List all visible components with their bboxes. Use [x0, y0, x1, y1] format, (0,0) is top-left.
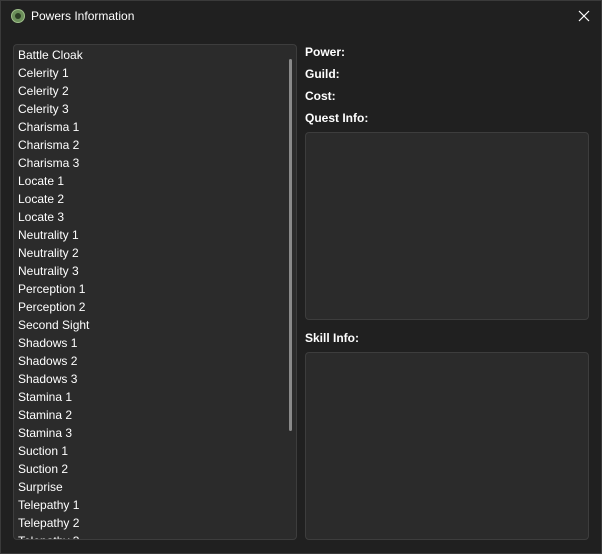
title-bar[interactable]: Powers Information — [1, 1, 601, 33]
list-item[interactable]: Locate 1 — [14, 172, 296, 190]
skill-info-label: Skill Info: — [305, 331, 359, 345]
app-icon — [11, 9, 25, 23]
skill-info-textarea[interactable] — [305, 352, 589, 540]
list-item[interactable]: Battle Cloak — [14, 46, 296, 64]
list-item[interactable]: Neutrality 2 — [14, 244, 296, 262]
list-item[interactable]: Locate 3 — [14, 208, 296, 226]
list-item[interactable]: Charisma 2 — [14, 136, 296, 154]
close-icon — [578, 10, 590, 22]
list-scrollbar[interactable] — [289, 59, 292, 431]
list-item[interactable]: Shadows 2 — [14, 352, 296, 370]
list-item[interactable]: Perception 2 — [14, 298, 296, 316]
powers-listbox[interactable]: Battle Cloak Celerity 1 Celerity 2 Celerity… — [13, 44, 297, 540]
list-item[interactable]: Charisma 3 — [14, 154, 296, 172]
list-item[interactable]: Surprise — [14, 478, 296, 496]
window-title: Powers Information — [31, 9, 135, 23]
cost-label: Cost: — [305, 89, 336, 103]
list-item[interactable]: Stamina 2 — [14, 406, 296, 424]
list-item[interactable]: Suction 1 — [14, 442, 296, 460]
list-item[interactable]: Neutrality 3 — [14, 262, 296, 280]
list-item[interactable]: Celerity 1 — [14, 64, 296, 82]
list-item[interactable]: Celerity 2 — [14, 82, 296, 100]
powers-list: Battle Cloak Celerity 1 Celerity 2 Celerity… — [14, 45, 296, 539]
list-item[interactable]: Locate 2 — [14, 190, 296, 208]
quest-info-textarea[interactable] — [305, 132, 589, 320]
quest-info-label: Quest Info: — [305, 111, 369, 125]
list-item[interactable]: Stamina 1 — [14, 388, 296, 406]
list-item[interactable]: Suction 2 — [14, 460, 296, 478]
list-item[interactable]: Shadows 3 — [14, 370, 296, 388]
list-item[interactable]: Charisma 1 — [14, 118, 296, 136]
list-item[interactable]: Second Sight — [14, 316, 296, 334]
list-item[interactable]: Neutrality 1 — [14, 226, 296, 244]
list-item[interactable]: Celerity 3 — [14, 100, 296, 118]
power-label: Power: — [305, 45, 346, 59]
list-item[interactable]: Telepathy 3 — [14, 532, 296, 539]
close-button[interactable] — [567, 1, 601, 31]
list-item[interactable]: Telepathy 1 — [14, 496, 296, 514]
list-item[interactable]: Telepathy 2 — [14, 514, 296, 532]
list-item[interactable]: Stamina 3 — [14, 424, 296, 442]
list-item[interactable]: Shadows 1 — [14, 334, 296, 352]
list-item[interactable]: Perception 1 — [14, 280, 296, 298]
guild-label: Guild: — [305, 67, 340, 81]
powers-information-window: Powers Information Battle Cloak Celerity … — [0, 0, 602, 554]
